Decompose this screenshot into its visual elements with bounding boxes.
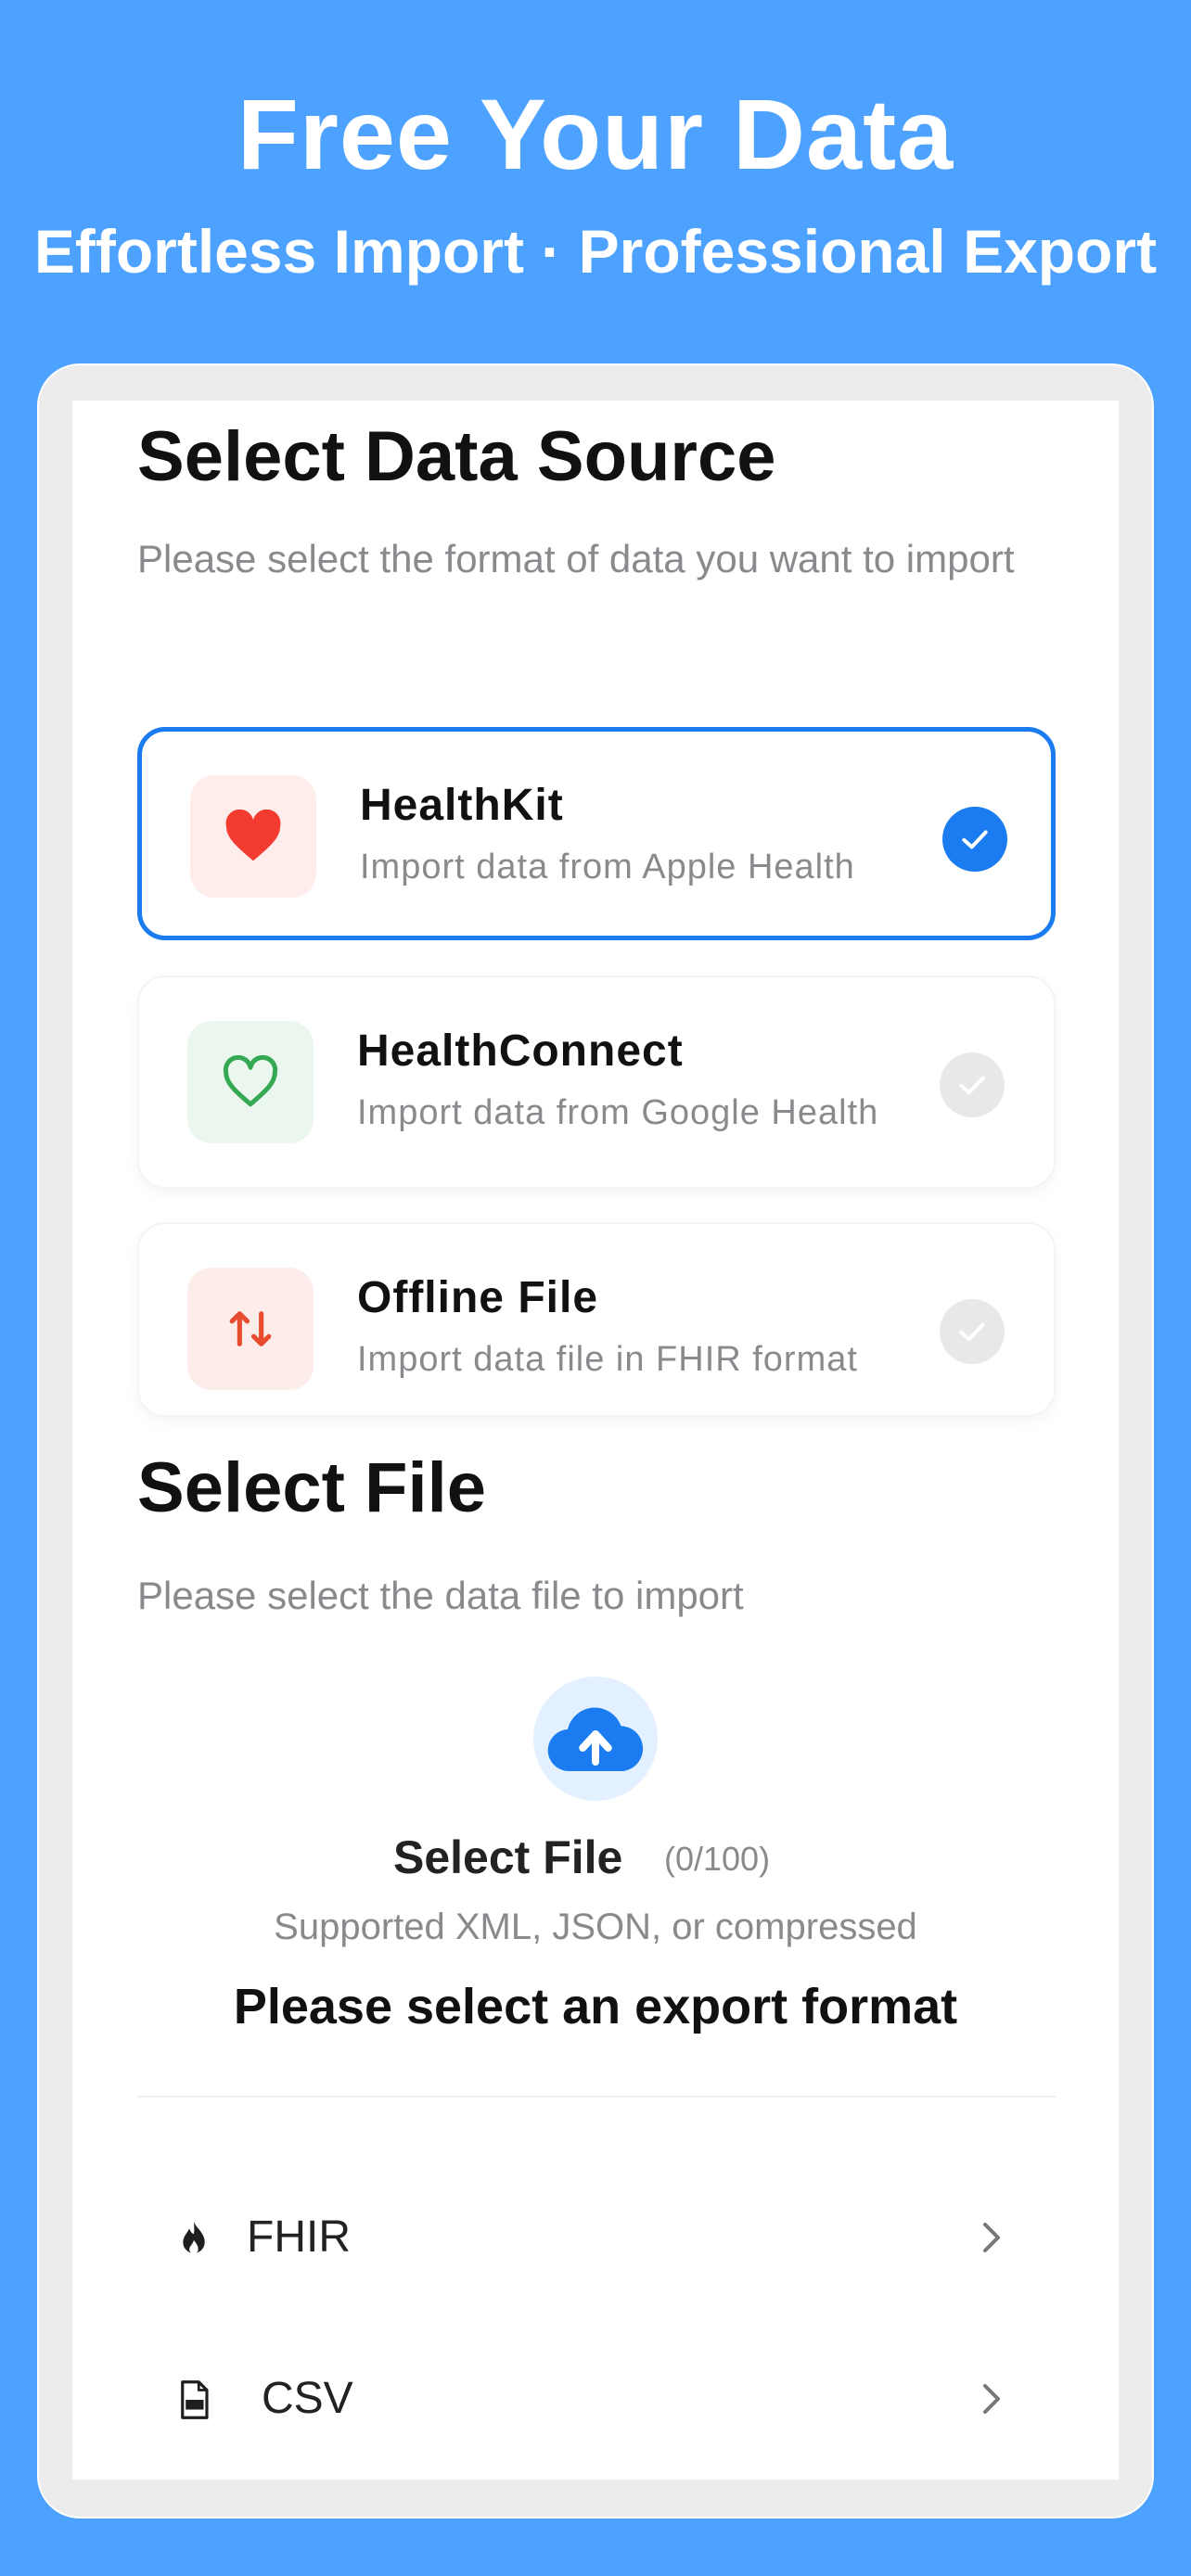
csv-file-icon bbox=[174, 2380, 213, 2419]
select-file-label[interactable]: Select File bbox=[393, 1827, 622, 1888]
option-description: Import data file in FHIR format bbox=[357, 1340, 858, 1379]
chevron-right-icon bbox=[972, 2216, 1009, 2259]
source-option-healthkit[interactable]: HealthKit Import data from Apple Health bbox=[137, 727, 1056, 940]
option-title: Offline File bbox=[357, 1273, 599, 1322]
hero-subtitle: Effortless Import · Professional Export bbox=[33, 217, 1158, 286]
export-option-label: FHIR bbox=[247, 2213, 351, 2262]
heart-outline-icon bbox=[223, 1055, 278, 1107]
supported-formats: Supported XML, JSON, or compressed bbox=[274, 1906, 917, 1947]
export-option-label: CSV bbox=[262, 2374, 353, 2423]
check-unselected-icon bbox=[940, 1299, 1005, 1364]
select-file-description: Please select the data file to import bbox=[137, 1574, 744, 1617]
option-description: Import data from Apple Health bbox=[360, 848, 855, 886]
flame-icon bbox=[174, 2219, 213, 2258]
cloud-upload-icon bbox=[547, 1707, 644, 1772]
upload-button[interactable] bbox=[533, 1677, 658, 1801]
healthkit-icon-tile bbox=[190, 775, 316, 898]
source-option-healthconnect[interactable]: HealthConnect Import data from Google He… bbox=[137, 976, 1056, 1189]
healthconnect-icon-tile bbox=[187, 1021, 314, 1143]
check-unselected-icon bbox=[940, 1052, 1005, 1117]
chevron-right-icon bbox=[972, 2378, 1009, 2420]
data-source-description: Please select the format of data you wan… bbox=[137, 537, 1015, 580]
option-description: Import data from Google Health bbox=[357, 1093, 879, 1132]
option-title: HealthConnect bbox=[357, 1027, 684, 1076]
export-option-csv[interactable]: CSV bbox=[137, 2339, 1056, 2459]
offline-file-icon-tile bbox=[187, 1268, 314, 1390]
app-screen: Select Data Source Please select the for… bbox=[72, 401, 1119, 2480]
divider bbox=[137, 2096, 1056, 2098]
data-source-title: Select Data Source bbox=[137, 417, 776, 496]
select-file-title: Select File bbox=[137, 1448, 486, 1527]
source-option-offline-file[interactable]: Offline File Import data file in FHIR fo… bbox=[137, 1222, 1056, 1417]
heart-filled-icon bbox=[225, 810, 281, 861]
export-format-heading: Please select an export format bbox=[233, 1979, 958, 2034]
export-option-fhir[interactable]: FHIR bbox=[137, 2177, 1056, 2298]
arrows-up-down-icon bbox=[229, 1311, 272, 1346]
file-count: (0/100) bbox=[664, 1840, 771, 1878]
option-title: HealthKit bbox=[360, 781, 564, 830]
hero-title: Free Your Data bbox=[237, 78, 954, 190]
check-selected-icon bbox=[942, 807, 1007, 872]
